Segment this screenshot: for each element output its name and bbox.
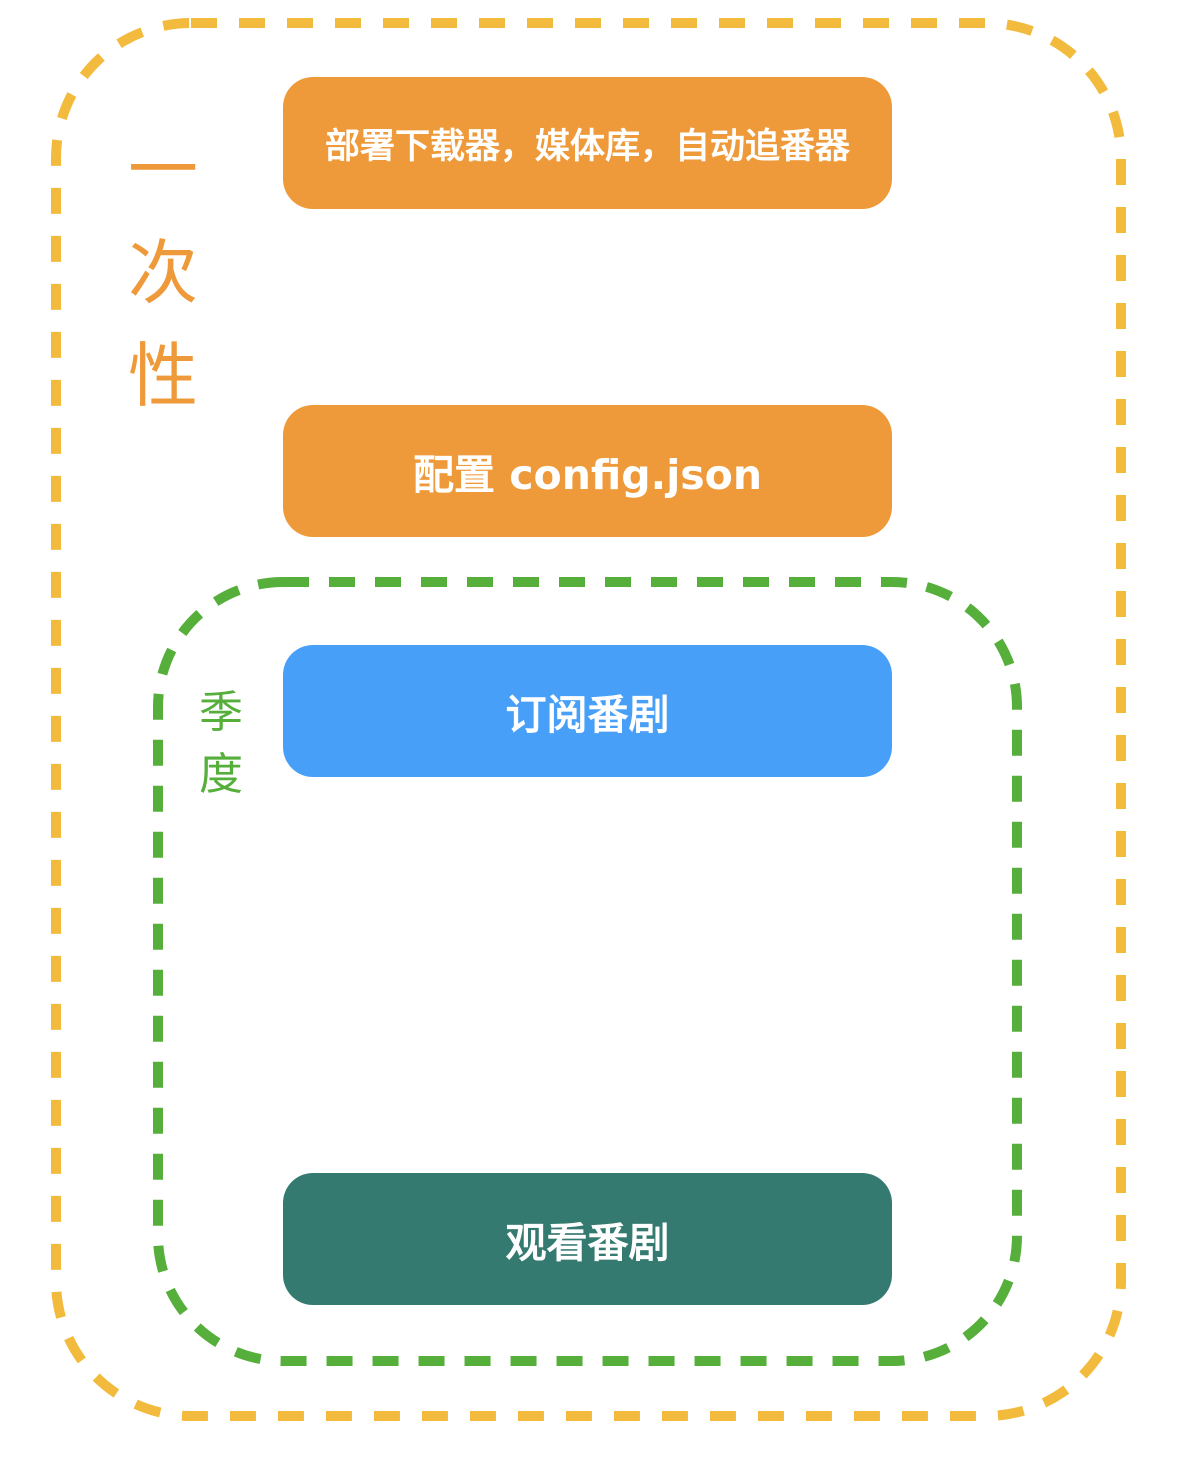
step-watch-anime: 观看番剧 bbox=[283, 1173, 892, 1305]
onetime-label-char: 次 bbox=[128, 231, 198, 314]
season-group-label: 季 度 bbox=[196, 682, 246, 806]
season-label-char: 季 bbox=[199, 687, 243, 738]
step-configure-json: 配置 config.json bbox=[283, 405, 892, 537]
season-label-char: 度 bbox=[199, 749, 243, 800]
onetime-label-char: 性 bbox=[128, 334, 198, 417]
onetime-group-label: 一 次 性 bbox=[128, 118, 198, 427]
onetime-label-char: 一 bbox=[128, 128, 198, 211]
step-subscribe-anime: 订阅番剧 bbox=[283, 645, 892, 777]
step-deploy-services: 部署下载器，媒体库，自动追番器 bbox=[283, 77, 892, 209]
